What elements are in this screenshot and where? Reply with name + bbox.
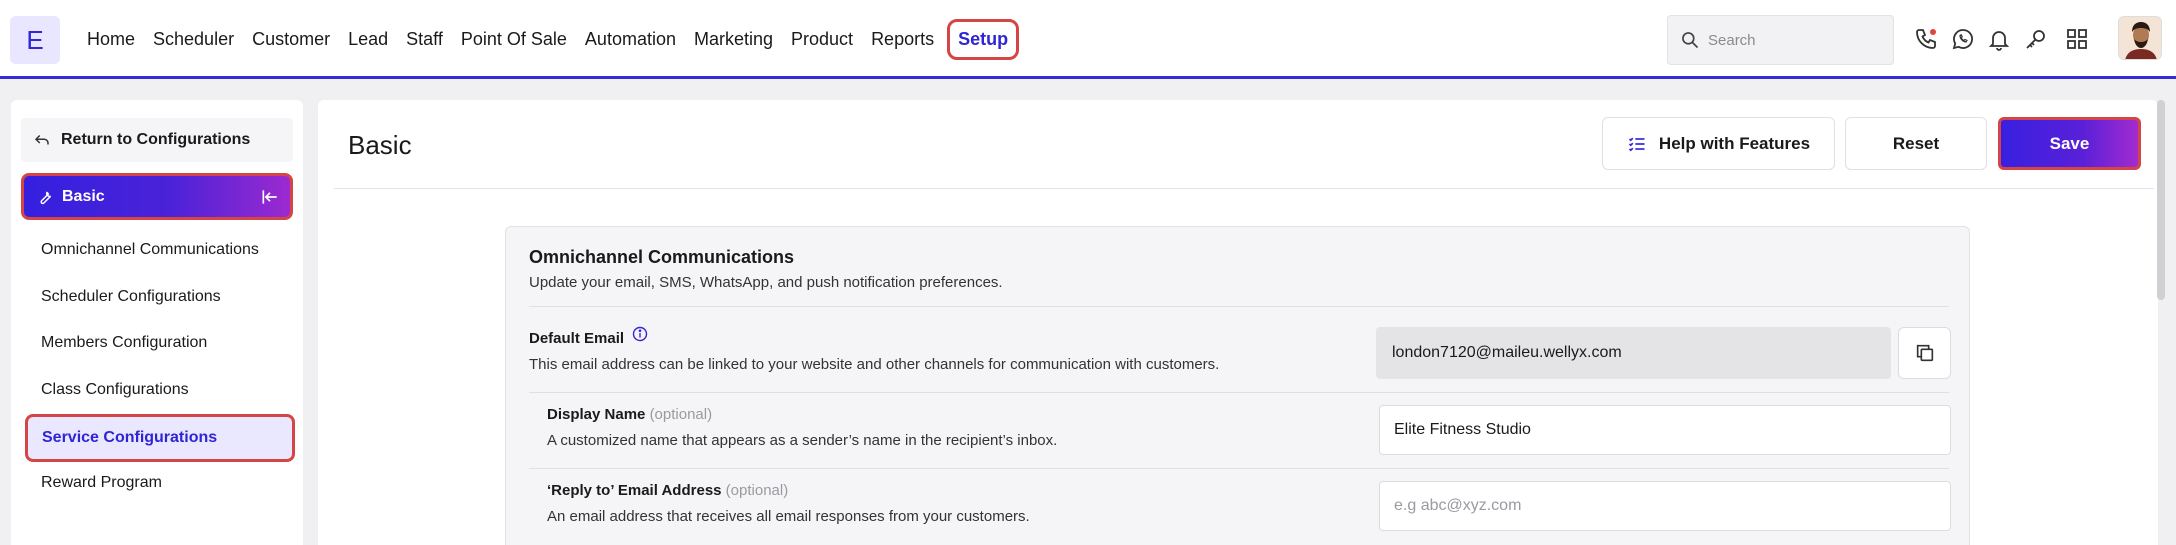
header-divider <box>334 188 2154 189</box>
search-input[interactable] <box>1708 31 1888 49</box>
nav-reports[interactable]: Reports <box>871 23 934 56</box>
page-title: Basic <box>348 130 412 160</box>
nav-customer[interactable]: Customer <box>252 23 330 56</box>
bell-icon[interactable] <box>1987 27 2011 51</box>
search-box[interactable] <box>1667 15 1894 65</box>
copy-icon <box>1916 344 1933 362</box>
default-email-label: Default Email <box>529 326 648 347</box>
optional-tag: (optional) <box>649 406 713 423</box>
collapse-sidebar-icon[interactable] <box>260 187 280 207</box>
nav-automation[interactable]: Automation <box>585 23 676 56</box>
divider <box>529 306 1949 307</box>
main-nav: Home Scheduler Customer Lead Staff Point… <box>78 0 1028 79</box>
display-name-label: Display Name (optional) <box>547 406 713 423</box>
nav-home[interactable]: Home <box>87 23 135 56</box>
reply-to-label: ‘Reply to’ Email Address (optional) <box>547 482 789 499</box>
sidebar-item-members[interactable]: Members Configuration <box>41 334 207 352</box>
grid-icon[interactable] <box>2065 27 2089 51</box>
reset-button[interactable]: Reset <box>1845 117 1987 170</box>
nav-staff[interactable]: Staff <box>406 23 443 56</box>
nav-setup[interactable]: Setup <box>947 19 1020 60</box>
wrench-icon <box>40 190 52 204</box>
card-description: Update your email, SMS, WhatsApp, and pu… <box>529 274 1003 291</box>
nav-point-of-sale[interactable]: Point Of Sale <box>461 23 567 56</box>
save-button[interactable]: Save <box>1998 117 2141 170</box>
avatar[interactable] <box>2118 16 2162 60</box>
key-icon[interactable] <box>2024 27 2048 51</box>
checklist-icon <box>1628 137 1645 151</box>
help-with-features-button[interactable]: Help with Features <box>1602 117 1835 170</box>
app-logo[interactable]: E <box>10 16 60 64</box>
scrollbar[interactable] <box>2157 100 2165 300</box>
nav-lead[interactable]: Lead <box>348 23 388 56</box>
return-label: Return to Configurations <box>61 131 251 148</box>
card-title: Omnichannel Communications <box>529 247 795 267</box>
omnichannel-card: Omnichannel Communications Update your e… <box>505 226 1970 545</box>
reply-to-description: An email address that receives all email… <box>547 508 1030 525</box>
sidebar-item-class[interactable]: Class Configurations <box>41 381 189 399</box>
display-name-input[interactable] <box>1379 405 1951 455</box>
sidebar-item-scheduler[interactable]: Scheduler Configurations <box>41 288 221 306</box>
nav-scheduler[interactable]: Scheduler <box>153 23 234 56</box>
sidebar-item-omnichannel[interactable]: Omnichannel Communications <box>41 241 259 259</box>
help-label: Help with Features <box>1658 133 1811 153</box>
sidebar-section-basic[interactable]: Basic <box>21 173 293 220</box>
display-name-description: A customized name that appears as a send… <box>547 432 1058 449</box>
sidebar-section-label: Basic <box>62 187 105 205</box>
return-to-configurations-link[interactable]: Return to Configurations <box>21 118 293 162</box>
nav-product[interactable]: Product <box>791 23 853 56</box>
sidebar-item-service[interactable]: Service Configurations <box>25 414 295 462</box>
optional-tag: (optional) <box>725 482 789 499</box>
divider <box>529 468 1949 469</box>
info-icon[interactable] <box>632 326 648 342</box>
divider <box>529 392 1949 393</box>
default-email-value: london7120@maileu.wellyx.com <box>1376 327 1891 379</box>
reply-to-email-input[interactable] <box>1379 481 1951 531</box>
return-arrow-icon <box>34 134 49 145</box>
nav-marketing[interactable]: Marketing <box>694 23 773 56</box>
config-sidebar: Return to Configurations Basic Omnichann… <box>11 100 303 545</box>
sidebar-item-reward[interactable]: Reward Program <box>41 474 162 492</box>
top-navbar: E Home Scheduler Customer Lead Staff Poi… <box>0 0 2176 79</box>
search-icon <box>1682 32 1699 49</box>
default-email-description: This email address can be linked to your… <box>529 356 1220 373</box>
phone-icon[interactable] <box>1914 27 1938 51</box>
whatsapp-icon[interactable] <box>1951 27 1975 51</box>
copy-email-button[interactable] <box>1898 327 1951 379</box>
